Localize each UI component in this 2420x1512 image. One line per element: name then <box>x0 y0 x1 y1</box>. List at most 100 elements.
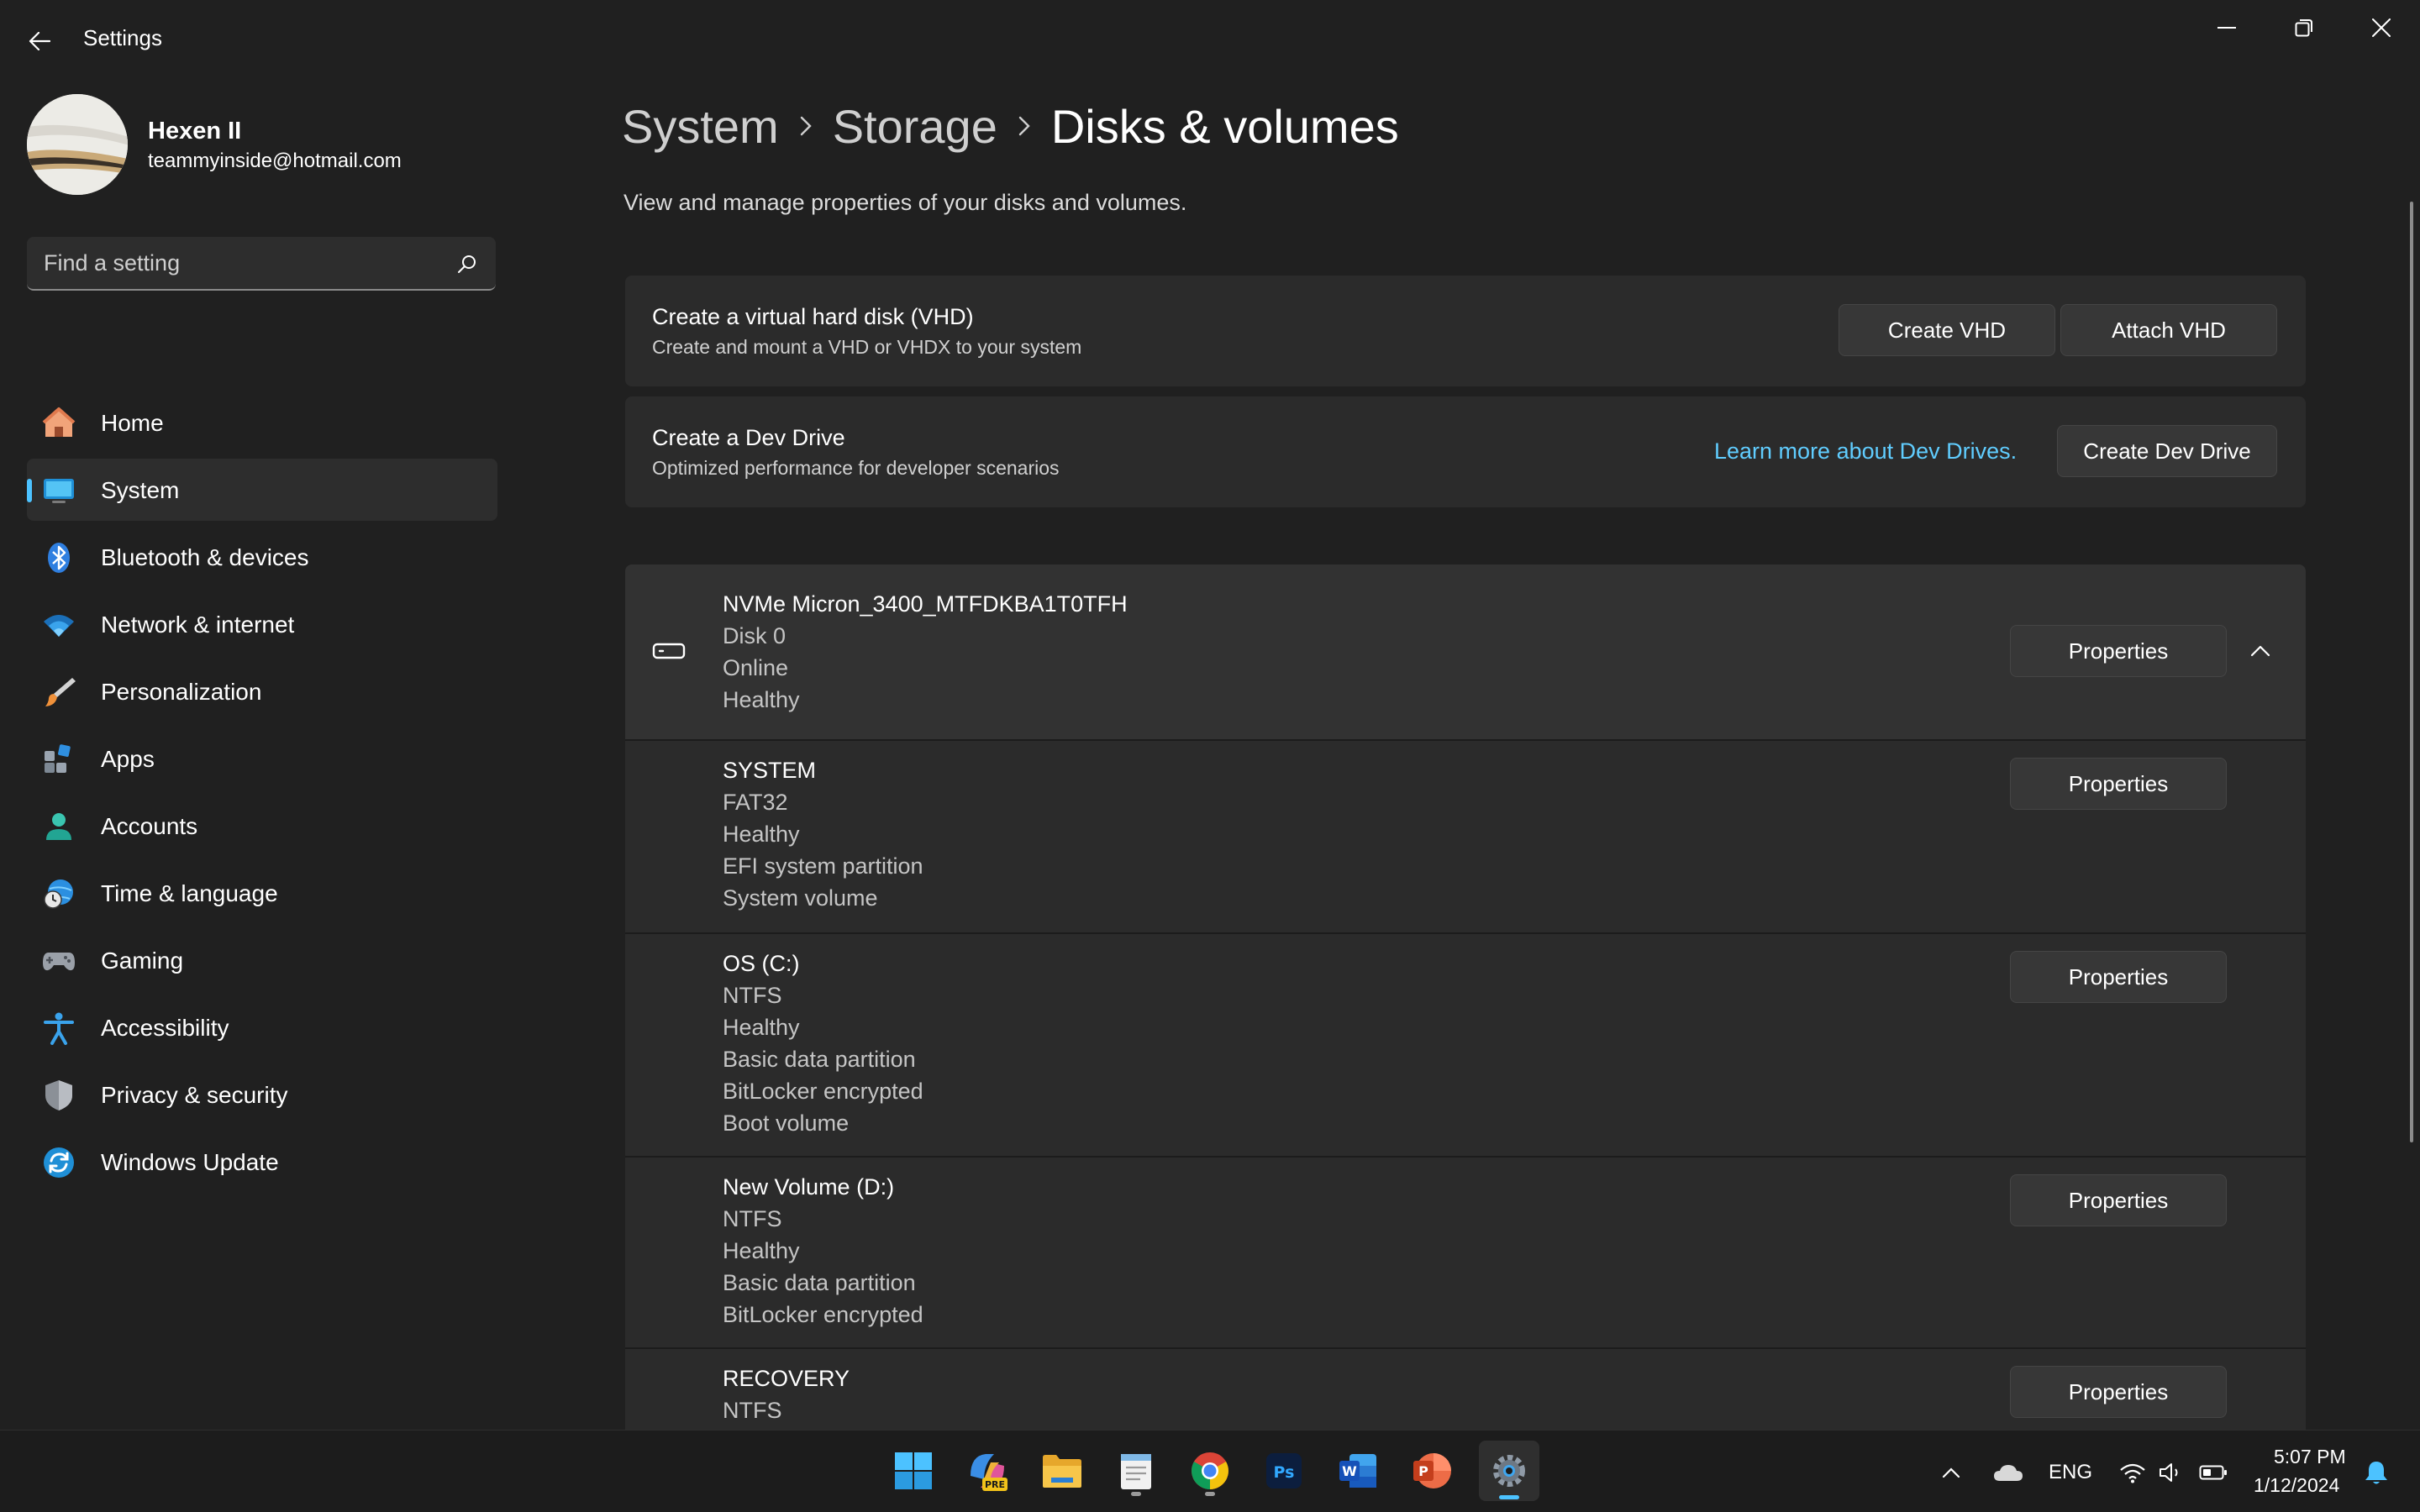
volume-name: OS (C:) <box>723 951 800 976</box>
volume-detail: Healthy <box>723 1015 800 1040</box>
windows-start-icon[interactable] <box>886 1444 940 1498</box>
volume-detail: BitLocker encrypted <box>723 1079 923 1104</box>
volume-detail: NTFS <box>723 983 782 1008</box>
settings-icon[interactable] <box>1479 1441 1539 1501</box>
language-indicator[interactable]: ENG <box>2049 1461 2092 1484</box>
brush-icon <box>42 675 76 709</box>
settings-window: Settings Hexen II teammyinside@hotmail.c… <box>0 0 2420 1512</box>
user-email: teammyinside@hotmail.com <box>148 150 402 172</box>
volume-properties-button[interactable]: Properties <box>2010 1174 2227 1226</box>
volume-name: SYSTEM <box>723 758 817 783</box>
volume-detail: FAT32 <box>723 790 788 815</box>
create-vhd-button[interactable]: Create VHD <box>1839 304 2055 356</box>
sidebar-item-bluetooth[interactable]: Bluetooth & devices <box>27 526 497 588</box>
photoshop-icon[interactable]: Ps <box>1257 1444 1311 1498</box>
breadcrumb-storage[interactable]: Storage <box>833 99 997 154</box>
restore-button[interactable] <box>2269 7 2339 49</box>
onedrive-icon[interactable] <box>1990 1456 2027 1489</box>
gamepad-icon <box>42 944 76 978</box>
vertical-scrollbar[interactable] <box>2410 202 2413 1142</box>
search-input[interactable] <box>44 237 447 289</box>
sidebar-item-label: Network & internet <box>101 612 295 638</box>
sidebar-item-privacy-security[interactable]: Privacy & security <box>27 1063 497 1126</box>
sidebar-item-gaming[interactable]: Gaming <box>27 929 497 991</box>
minimize-button[interactable] <box>2191 7 2262 49</box>
sidebar-item-personalization[interactable]: Personalization <box>27 660 497 722</box>
chevron-up-icon[interactable] <box>2244 638 2277 664</box>
volume-icon[interactable] <box>2156 1456 2186 1489</box>
update-icon <box>42 1146 76 1179</box>
powerpoint-icon[interactable]: P <box>1405 1444 1459 1498</box>
sidebar-item-accessibility[interactable]: Accessibility <box>27 996 497 1058</box>
wifi-icon <box>42 608 76 642</box>
wifi-tray-icon[interactable] <box>2118 1456 2148 1489</box>
chevron-up-icon[interactable] <box>1936 1456 1966 1489</box>
search-icon[interactable] <box>457 254 477 274</box>
chrome-icon[interactable] <box>1183 1444 1237 1498</box>
breadcrumb-system[interactable]: System <box>622 99 779 154</box>
close-button[interactable] <box>2346 7 2417 49</box>
vhd-card: Create a virtual hard disk (VHD) Create … <box>625 276 2306 386</box>
sidebar-item-system[interactable]: System <box>27 459 497 521</box>
sidebar-item-windows-update[interactable]: Windows Update <box>27 1131 497 1193</box>
chevron-right-icon <box>779 109 833 143</box>
volume-name: New Volume (D:) <box>723 1174 895 1200</box>
copilot-pre-icon[interactable]: PRE <box>960 1444 1014 1498</box>
sidebar-item-time-language[interactable]: Time & language <box>27 862 497 924</box>
battery-icon[interactable] <box>2196 1456 2230 1489</box>
running-indicator <box>1205 1492 1215 1496</box>
svg-text:P: P <box>1418 1463 1428 1479</box>
dev-drive-card: Create a Dev Drive Optimized performance… <box>625 396 2306 507</box>
volume-name: RECOVERY <box>723 1366 850 1391</box>
volume-properties-button[interactable]: Properties <box>2010 1366 2227 1418</box>
sidebar-item-label: Accounts <box>101 813 198 839</box>
volume-detail: BitLocker encrypted <box>723 1302 923 1327</box>
file-explorer-icon[interactable] <box>1035 1444 1089 1498</box>
minimize-icon <box>2217 27 2236 29</box>
create-dev-drive-button[interactable]: Create Dev Drive <box>2057 425 2277 477</box>
sidebar-item-label: Apps <box>101 746 155 772</box>
volume-detail: Basic data partition <box>723 1047 916 1072</box>
sidebar-item-label: Gaming <box>101 948 184 974</box>
sidebar-item-apps[interactable]: Apps <box>27 727 497 790</box>
globe-clock-icon <box>42 877 76 911</box>
avatar[interactable] <box>27 94 128 195</box>
clock-date[interactable]: 1/12/2024 <box>2254 1474 2339 1497</box>
page-title: Disks & volumes <box>1050 99 1399 153</box>
sidebar-item-network[interactable]: Network & internet <box>27 593 497 655</box>
sidebar-item-accounts[interactable]: Accounts <box>27 795 497 857</box>
learn-more-dev-drives-link[interactable]: Learn more about Dev Drives. <box>1714 438 2017 465</box>
sidebar-item-label: Time & language <box>101 880 278 906</box>
clock-time[interactable]: 5:07 PM <box>2274 1446 2346 1468</box>
svg-text:W: W <box>1342 1463 1357 1479</box>
close-icon <box>2372 18 2391 37</box>
shield-icon <box>42 1079 76 1112</box>
vhd-card-title: Create a virtual hard disk (VHD) <box>652 304 974 329</box>
volume-properties-button[interactable]: Properties <box>2010 758 2227 810</box>
notepad-icon[interactable] <box>1109 1444 1163 1498</box>
hard-drive-icon <box>652 643 686 659</box>
person-icon <box>42 810 76 843</box>
volume-detail: NTFS <box>723 1398 782 1423</box>
sidebar-item-label: Privacy & security <box>101 1082 288 1108</box>
disk-properties-button[interactable]: Properties <box>2010 625 2227 677</box>
sidebar-item-label: Bluetooth & devices <box>101 544 309 570</box>
search-box[interactable] <box>27 237 496 291</box>
user-profile[interactable]: Hexen II teammyinside@hotmail.com <box>27 94 497 195</box>
disk-header[interactable]: NVMe Micron_3400_MTFDKBA1T0TFH Disk 0 On… <box>625 564 2306 739</box>
back-button[interactable] <box>18 20 60 62</box>
word-icon[interactable]: W <box>1331 1444 1385 1498</box>
notification-bell-icon[interactable] <box>2360 1456 2393 1489</box>
volume-detail: Basic data partition <box>723 1270 916 1295</box>
volume-row: OS (C:) NTFS Healthy Basic data partitio… <box>625 932 2306 1156</box>
selection-indicator <box>27 479 32 502</box>
chevron-right-icon <box>997 109 1051 143</box>
sidebar-item-home[interactable]: Home <box>27 391 497 454</box>
restore-icon <box>2295 19 2312 37</box>
volume-detail: Boot volume <box>723 1110 850 1136</box>
breadcrumb: System Storage Disks & volumes <box>622 91 1399 161</box>
volume-properties-button[interactable]: Properties <box>2010 951 2227 1003</box>
sidebar-item-label: Accessibility <box>101 1015 229 1041</box>
disk-number: Disk 0 <box>723 623 786 648</box>
attach-vhd-button[interactable]: Attach VHD <box>2060 304 2277 356</box>
